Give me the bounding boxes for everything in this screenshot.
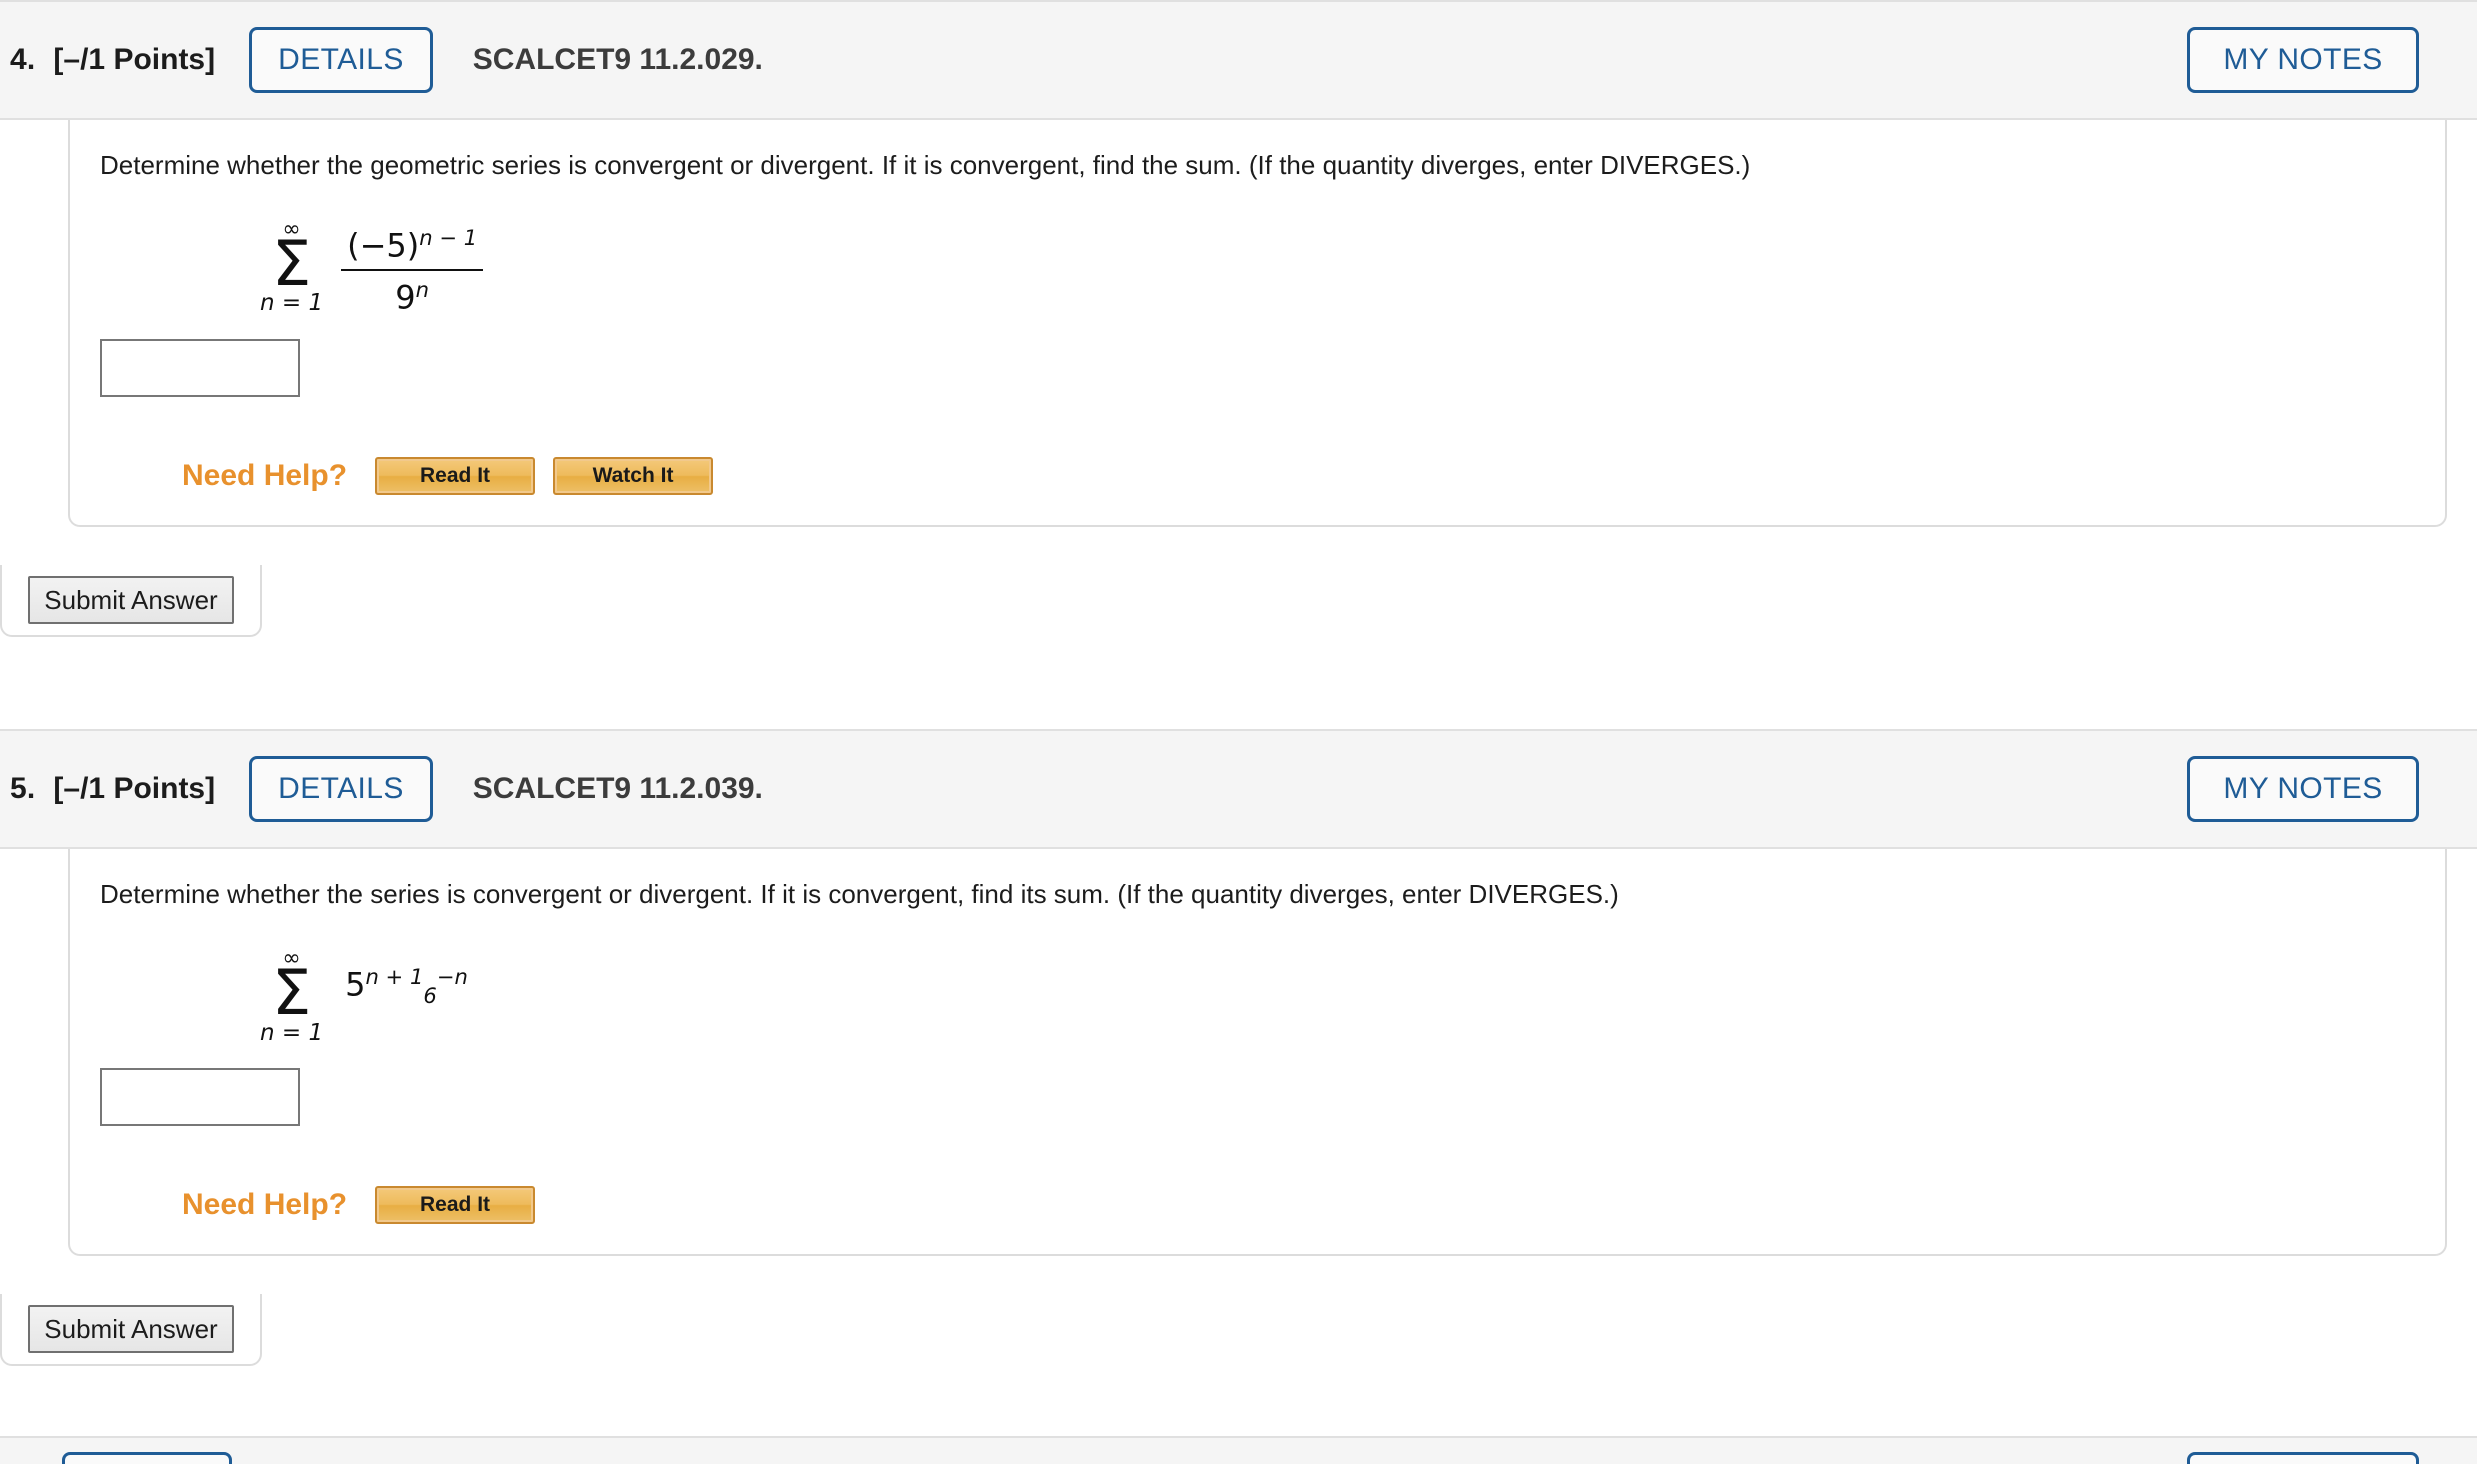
question-code-4: SCALCET9 11.2.029. bbox=[472, 43, 763, 76]
fraction-numerator-4: (−5)n − 1 bbox=[341, 225, 483, 269]
question-points-5: [–/1 Points] bbox=[53, 772, 216, 806]
submit-answer-button-5[interactable]: Submit Answer bbox=[28, 1305, 234, 1354]
fraction-denominator-4: 9n bbox=[389, 271, 435, 317]
math-expression-5: ∞ Σ n = 1 5n + 16−n bbox=[70, 948, 2445, 1044]
submit-box-5: Submit Answer bbox=[0, 1294, 262, 1367]
numerator-base-4: (−5) bbox=[347, 226, 420, 265]
details-button-4[interactable]: DETAILS bbox=[249, 27, 433, 93]
math-expression-4: ∞ Σ n = 1 (−5)n − 1 9n bbox=[70, 219, 2445, 316]
section-gap-2 bbox=[0, 1366, 2477, 1437]
question-card-4: Determine whether the geometric series i… bbox=[68, 120, 2447, 528]
denominator-base-4: 9 bbox=[395, 278, 416, 317]
question-prompt-4: Determine whether the geometric series i… bbox=[100, 150, 1751, 180]
submit-box-4: Submit Answer bbox=[0, 565, 262, 638]
need-help-label-5: Need Help? bbox=[182, 1188, 348, 1222]
term2-exponent-5: −n bbox=[436, 964, 468, 990]
details-button-next[interactable] bbox=[62, 1452, 232, 1464]
details-button-5[interactable]: DETAILS bbox=[249, 756, 433, 823]
submit-answer-button-4[interactable]: Submit Answer bbox=[28, 576, 234, 625]
need-help-row-5: Need Help? Read It bbox=[70, 1186, 2445, 1225]
question-body-wrap-5: Determine whether the series is converge… bbox=[0, 849, 2477, 1367]
question-block-4: 4. [–/1 Points] DETAILS SCALCET9 11.2.02… bbox=[0, 0, 2477, 638]
question-block-5: 5. [–/1 Points] DETAILS SCALCET9 11.2.03… bbox=[0, 729, 2477, 1367]
term1-base-5: 5 bbox=[345, 965, 366, 1004]
question-points-4: [–/1 Points] bbox=[53, 43, 216, 76]
question-header-4: 4. [–/1 Points] DETAILS SCALCET9 11.2.02… bbox=[0, 0, 2477, 120]
my-notes-button-next[interactable] bbox=[2187, 1452, 2419, 1464]
read-it-button-4[interactable]: Read It bbox=[375, 457, 536, 496]
sigma-icon: Σ bbox=[271, 227, 312, 301]
my-notes-button-4[interactable]: MY NOTES bbox=[2187, 27, 2419, 93]
summation-lower-limit-5: n = 1 bbox=[260, 1019, 324, 1046]
summation-lower-limit-4: n = 1 bbox=[260, 290, 324, 317]
term1-exponent-5: n + 1 bbox=[365, 964, 424, 990]
numerator-exponent-4: n − 1 bbox=[419, 225, 478, 251]
fraction-4: (−5)n − 1 9n bbox=[341, 225, 484, 317]
question-body-wrap-4: Determine whether the geometric series i… bbox=[0, 120, 2477, 638]
submit-zone-4: Submit Answer bbox=[0, 565, 2477, 638]
question-prompt-5: Determine whether the series is converge… bbox=[100, 879, 1619, 910]
denominator-exponent-4: n bbox=[415, 276, 430, 302]
question-header-next-partial bbox=[0, 1436, 2477, 1464]
question-card-5: Determine whether the series is converge… bbox=[68, 849, 2447, 1257]
question-number-4: 4. bbox=[10, 43, 36, 76]
section-gap-1 bbox=[0, 637, 2477, 730]
answer-input-5[interactable] bbox=[100, 1068, 300, 1127]
need-help-row-4: Need Help? Read It Watch It bbox=[70, 457, 2445, 496]
question-header-5: 5. [–/1 Points] DETAILS SCALCET9 11.2.03… bbox=[0, 729, 2477, 850]
answer-input-4[interactable] bbox=[100, 339, 300, 398]
summation-symbol-4: ∞ Σ n = 1 bbox=[260, 219, 323, 315]
submit-zone-5: Submit Answer bbox=[0, 1294, 2477, 1367]
inline-expression-5: 5n + 16−n bbox=[345, 964, 468, 1008]
need-help-label-4: Need Help? bbox=[182, 459, 348, 493]
term2-base-5: 6 bbox=[423, 983, 437, 1009]
watch-it-button-4[interactable]: Watch It bbox=[553, 457, 714, 496]
sigma-icon: Σ bbox=[271, 956, 312, 1030]
summation-symbol-5: ∞ Σ n = 1 bbox=[260, 948, 323, 1044]
my-notes-button-5[interactable]: MY NOTES bbox=[2187, 756, 2419, 823]
question-code-5: SCALCET9 11.2.039. bbox=[472, 772, 763, 806]
question-number-5: 5. bbox=[10, 772, 36, 806]
read-it-button-5[interactable]: Read It bbox=[375, 1186, 536, 1225]
assignment-page: 4. [–/1 Points] DETAILS SCALCET9 11.2.02… bbox=[0, 0, 2477, 1464]
